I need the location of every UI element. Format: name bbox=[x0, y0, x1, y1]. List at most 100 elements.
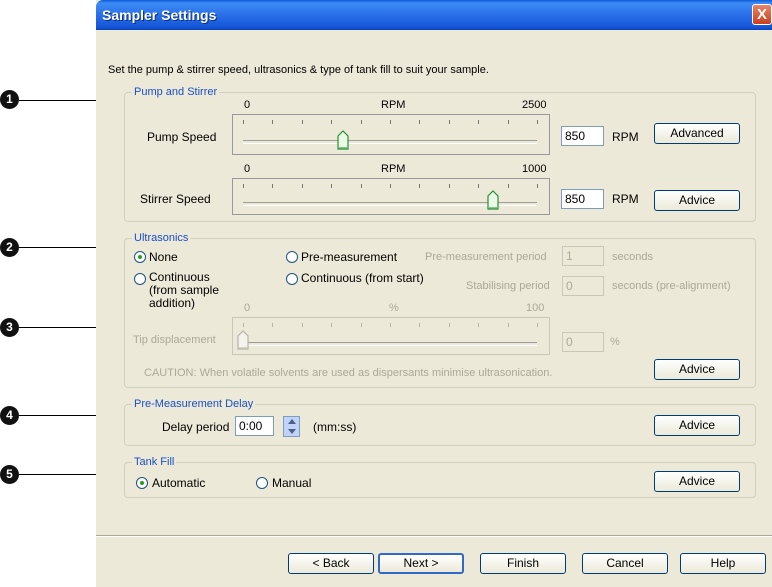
slider-thumb[interactable] bbox=[337, 130, 349, 153]
slider-tick bbox=[360, 323, 362, 327]
cancel-button[interactable]: Cancel bbox=[582, 553, 668, 574]
finish-button[interactable]: Finish bbox=[480, 553, 566, 574]
ultrasonics-continuous-start-label: Continuous (from start) bbox=[301, 271, 424, 285]
pump-max-label: 2500 bbox=[522, 99, 547, 111]
slider-tick bbox=[272, 184, 274, 188]
ultrasonics-advice-button[interactable]: Advice bbox=[654, 359, 740, 380]
spin-up-icon[interactable] bbox=[288, 419, 296, 424]
next-button[interactable]: Next > bbox=[378, 553, 464, 574]
tip-unit-label: % bbox=[389, 302, 399, 314]
tip-displacement-unit: % bbox=[610, 336, 620, 348]
tank-fill-advice-button[interactable]: Advice bbox=[654, 471, 740, 492]
tip-displacement-input[interactable]: 0 bbox=[562, 332, 604, 352]
slider-tick bbox=[331, 120, 333, 124]
slider-tick bbox=[448, 184, 450, 188]
slider-tick bbox=[419, 120, 421, 124]
stirrer-speed-input[interactable]: 850 bbox=[561, 189, 604, 209]
pump-speed-unit: RPM bbox=[612, 130, 639, 144]
slider-tick bbox=[390, 323, 391, 327]
slider-tick bbox=[301, 323, 303, 327]
callout-1: 1 bbox=[0, 90, 19, 109]
caution-text: CAUTION: When volatile solvents are used… bbox=[144, 367, 553, 379]
pump-speed-input[interactable]: 850 bbox=[561, 126, 604, 146]
back-button[interactable]: < Back bbox=[288, 553, 374, 574]
slider-tick bbox=[360, 184, 362, 188]
delay-period-input[interactable]: 0:00 bbox=[235, 416, 274, 436]
slider-tick bbox=[272, 120, 274, 124]
pump-unit-label: RPM bbox=[381, 99, 406, 111]
stirrer-unit-label: RPM bbox=[381, 163, 406, 175]
slider-tick bbox=[507, 120, 509, 124]
ultrasonics-pre-measurement-radio[interactable] bbox=[286, 251, 298, 263]
stirrer-max-label: 1000 bbox=[522, 163, 547, 175]
stabilising-period-input[interactable]: 0 bbox=[562, 276, 604, 296]
slider-tick bbox=[360, 120, 362, 124]
slider-thumb[interactable] bbox=[237, 330, 249, 353]
ultrasonics-continuous-start-radio[interactable] bbox=[286, 273, 298, 285]
sampler-settings-window: Sampler Settings X Set the pump & stirre… bbox=[96, 0, 772, 587]
tip-min-label: 0 bbox=[244, 302, 251, 314]
close-icon: X bbox=[756, 6, 767, 23]
slider-tick bbox=[301, 120, 303, 124]
callout-2: 2 bbox=[0, 238, 19, 257]
slider-tick bbox=[419, 323, 421, 327]
slider-tick bbox=[537, 323, 538, 327]
footer-separator bbox=[96, 535, 772, 537]
slider-tick bbox=[448, 323, 450, 327]
tip-displacement-label: Tip displacement bbox=[133, 334, 216, 346]
slider-tick bbox=[301, 184, 303, 188]
close-button[interactable]: X bbox=[752, 4, 772, 25]
slider-tick bbox=[331, 184, 333, 188]
title-bar[interactable]: Sampler Settings X bbox=[96, 0, 772, 30]
pump-speed-slider[interactable] bbox=[232, 114, 550, 155]
tank-fill-legend: Tank Fill bbox=[132, 456, 177, 468]
help-button[interactable]: Help bbox=[680, 553, 766, 574]
stirrer-advice-button[interactable]: Advice bbox=[654, 190, 740, 211]
pre-measurement-period-input[interactable]: 1 bbox=[562, 246, 604, 266]
slider-tick bbox=[507, 323, 509, 327]
tip-max-label: 100 bbox=[526, 302, 545, 314]
pre-measurement-period-unit: seconds bbox=[612, 251, 653, 263]
delay-advice-button[interactable]: Advice bbox=[654, 415, 740, 436]
slider-tick bbox=[272, 323, 274, 327]
pump-stirrer-legend: Pump and Stirrer bbox=[132, 86, 220, 98]
pre-measurement-period-label: Pre-measurement period bbox=[425, 251, 547, 263]
slider-tick bbox=[478, 184, 480, 188]
slider-tick bbox=[243, 323, 244, 327]
stirrer-speed-slider[interactable] bbox=[232, 178, 550, 215]
tank-fill-manual-label: Manual bbox=[272, 476, 312, 490]
ultrasonics-none-radio[interactable] bbox=[134, 251, 146, 263]
ultrasonics-none-label: None bbox=[149, 250, 178, 264]
delay-spinner[interactable] bbox=[283, 416, 300, 437]
pump-speed-label: Pump Speed bbox=[147, 130, 217, 144]
tank-fill-manual-radio[interactable] bbox=[256, 477, 268, 489]
slider-tick bbox=[478, 120, 480, 124]
slider-tick bbox=[537, 120, 538, 124]
advanced-button[interactable]: Advanced bbox=[654, 123, 740, 144]
pump-min-label: 0 bbox=[244, 99, 251, 111]
tip-displacement-slider[interactable] bbox=[232, 317, 550, 355]
stabilising-period-unit: seconds (pre-alignment) bbox=[612, 280, 731, 292]
slider-tick bbox=[478, 323, 480, 327]
slider-tick bbox=[390, 184, 391, 188]
ultrasonics-continuous-radio[interactable] bbox=[134, 273, 146, 285]
tank-fill-automatic-radio[interactable] bbox=[136, 477, 148, 489]
slider-thumb[interactable] bbox=[487, 190, 499, 213]
slider-tick bbox=[419, 184, 421, 188]
stabilising-period-label: Stabilising period bbox=[466, 280, 550, 292]
slider-tick bbox=[390, 120, 391, 124]
callout-3: 3 bbox=[0, 318, 19, 337]
slider-tick bbox=[243, 184, 244, 188]
delay-legend: Pre-Measurement Delay bbox=[132, 398, 256, 410]
slider-tick bbox=[243, 120, 244, 124]
slider-tick bbox=[448, 120, 450, 124]
slider-track bbox=[243, 342, 537, 346]
slider-tick bbox=[507, 184, 509, 188]
instruction-text: Set the pump & stirrer speed, ultrasonic… bbox=[108, 64, 489, 76]
spin-down-icon[interactable] bbox=[288, 429, 296, 434]
slider-track bbox=[243, 140, 537, 144]
ultrasonics-pre-measurement-label: Pre-measurement bbox=[301, 250, 398, 264]
slider-tick bbox=[537, 184, 538, 188]
delay-period-unit: (mm:ss) bbox=[313, 420, 357, 434]
ultrasonics-legend: Ultrasonics bbox=[132, 232, 191, 244]
